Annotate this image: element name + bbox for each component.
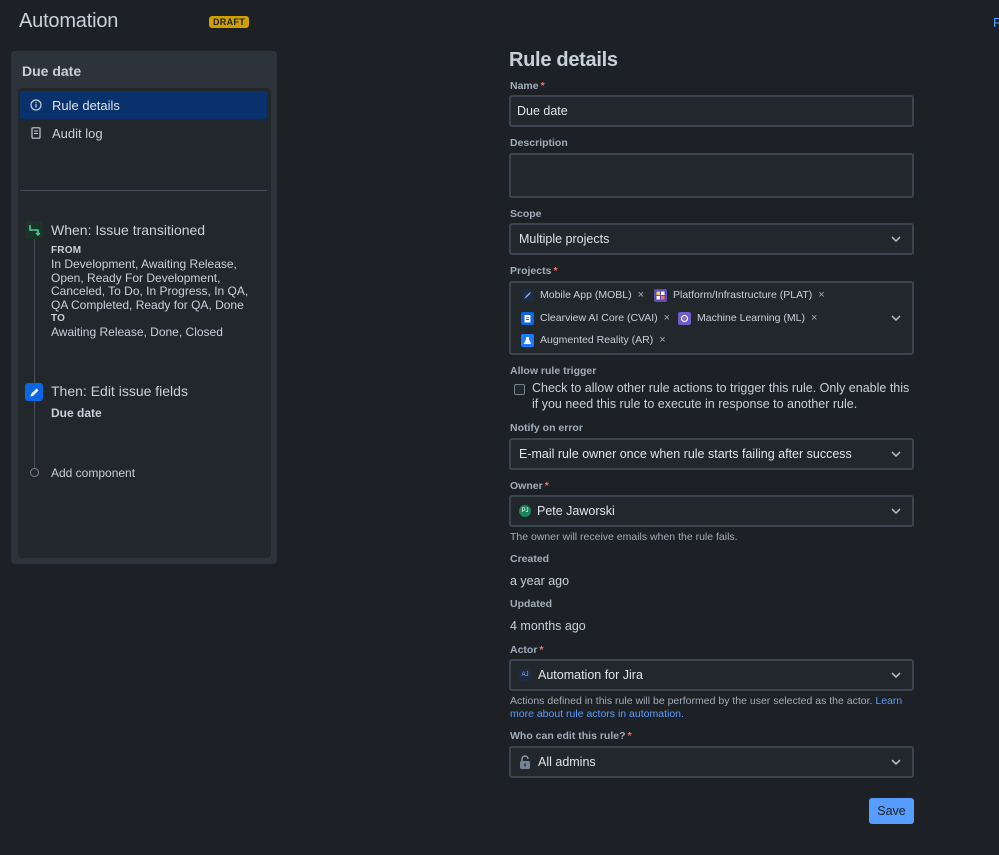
owner-select[interactable]: PJ Pete Jaworski	[509, 495, 914, 527]
chevron-down-icon	[891, 508, 901, 514]
name-input[interactable]: Due date	[509, 95, 914, 127]
actor-helper: Actions defined in this rule will be per…	[510, 695, 910, 721]
action-title[interactable]: Then: Edit issue fields	[51, 383, 188, 399]
chevron-down-icon	[891, 315, 901, 321]
rule-name-heading: Due date	[22, 63, 82, 79]
scope-select[interactable]: Multiple projects	[509, 223, 914, 255]
allow-trigger-checkbox[interactable]	[514, 384, 525, 395]
action-field: Due date	[51, 406, 102, 420]
document-icon	[30, 127, 42, 139]
allow-trigger-label: Allow rule trigger	[510, 365, 597, 377]
top-right-link[interactable]: F	[993, 15, 999, 30]
draft-badge: DRAFT	[209, 16, 249, 28]
automation-icon: AJ	[519, 669, 531, 681]
remove-tag-icon[interactable]: ×	[664, 312, 670, 324]
remove-tag-icon[interactable]: ×	[811, 312, 817, 324]
rocket-icon	[521, 288, 534, 302]
project-tag-ar: Augmented Reality (AR) ×	[521, 331, 666, 349]
notify-label: Notify on error	[510, 422, 583, 434]
notify-value: E-mail rule owner once when rule starts …	[519, 447, 852, 461]
remove-tag-icon[interactable]: ×	[638, 289, 644, 301]
scope-label: Scope	[510, 208, 542, 220]
chevron-down-icon	[891, 236, 901, 242]
clipboard-icon	[521, 311, 534, 325]
project-tag-label: Clearview AI Core (CVAI)	[540, 312, 658, 324]
remove-tag-icon[interactable]: ×	[659, 334, 665, 346]
trigger-to-statuses: Awaiting Release, Done, Closed	[51, 325, 223, 339]
editors-select[interactable]: All admins	[509, 746, 914, 778]
trigger-title[interactable]: When: Issue transitioned	[51, 222, 205, 238]
created-label: Created	[510, 553, 550, 565]
project-tag-ml: Machine Learning (ML) ×	[678, 309, 817, 327]
nav-audit-log[interactable]: Audit log	[20, 119, 267, 147]
chevron-down-icon	[891, 451, 901, 457]
updated-value: 4 months ago	[510, 619, 586, 633]
rule-panel: Due date Rule details Audit log When: Is…	[11, 51, 277, 564]
owner-label: Owner *	[510, 480, 549, 492]
unlock-icon	[519, 754, 531, 770]
project-tag-label: Platform/Infrastructure (PLAT)	[673, 289, 813, 301]
remove-tag-icon[interactable]: ×	[818, 289, 824, 301]
transition-icon	[25, 221, 43, 239]
editors-value: All admins	[538, 755, 596, 769]
avatar: PJ	[519, 505, 531, 517]
flask-icon	[521, 333, 534, 347]
editors-label: Who can edit this rule? *	[510, 730, 632, 742]
info-icon	[30, 99, 42, 111]
nav-rule-details[interactable]: Rule details	[20, 91, 267, 119]
add-component-button[interactable]: Add component	[51, 466, 135, 480]
nav-rule-details-label: Rule details	[52, 97, 120, 113]
project-tag-cvai: Clearview AI Core (CVAI) ×	[521, 309, 670, 327]
trigger-from-label: FROM	[51, 245, 82, 256]
project-tag-plat: Platform/Infrastructure (PLAT) ×	[654, 286, 825, 304]
project-tag-label: Machine Learning (ML)	[697, 312, 805, 324]
flow-connector	[34, 228, 35, 468]
created-value: a year ago	[510, 574, 570, 588]
actor-helper-text: Actions defined in this rule will be per…	[510, 695, 873, 707]
trigger-from-statuses: In Development, Awaiting Release, Open, …	[51, 257, 249, 312]
actor-select[interactable]: AJ Automation for Jira	[509, 659, 914, 691]
grid-icon	[654, 288, 667, 302]
save-button[interactable]: Save	[869, 798, 914, 824]
projects-label: Projects *	[510, 265, 558, 277]
notify-select[interactable]: E-mail rule owner once when rule starts …	[509, 438, 914, 470]
page-title: Automation	[19, 10, 119, 32]
project-tag-label: Augmented Reality (AR)	[540, 334, 654, 346]
allow-trigger-text[interactable]: Check to allow other rule actions to tri…	[532, 380, 910, 412]
updated-label: Updated	[510, 598, 552, 610]
rule-components: Rule details Audit log When: Issue trans…	[18, 88, 271, 558]
actor-label: Actor *	[510, 644, 544, 656]
form-title: Rule details	[509, 49, 618, 71]
brain-icon	[678, 311, 691, 325]
chevron-down-icon	[891, 672, 901, 678]
name-label: Name *	[510, 80, 545, 92]
description-input[interactable]	[509, 153, 914, 198]
scope-value: Multiple projects	[519, 232, 610, 246]
project-tag-label: Mobile App (MOBL)	[540, 289, 632, 301]
actor-value: Automation for Jira	[538, 668, 643, 682]
nav-audit-log-label: Audit log	[52, 125, 103, 141]
trigger-to-label: TO	[51, 313, 66, 324]
description-label: Description	[510, 137, 568, 149]
add-component-dot-icon	[30, 468, 39, 477]
owner-value: Pete Jaworski	[537, 504, 615, 518]
chevron-down-icon	[891, 759, 901, 765]
pencil-icon	[25, 383, 43, 401]
owner-helper: The owner will receive emails when the r…	[510, 531, 738, 543]
nav-divider	[20, 190, 267, 191]
project-tag-mobl: Mobile App (MOBL) ×	[521, 286, 644, 304]
